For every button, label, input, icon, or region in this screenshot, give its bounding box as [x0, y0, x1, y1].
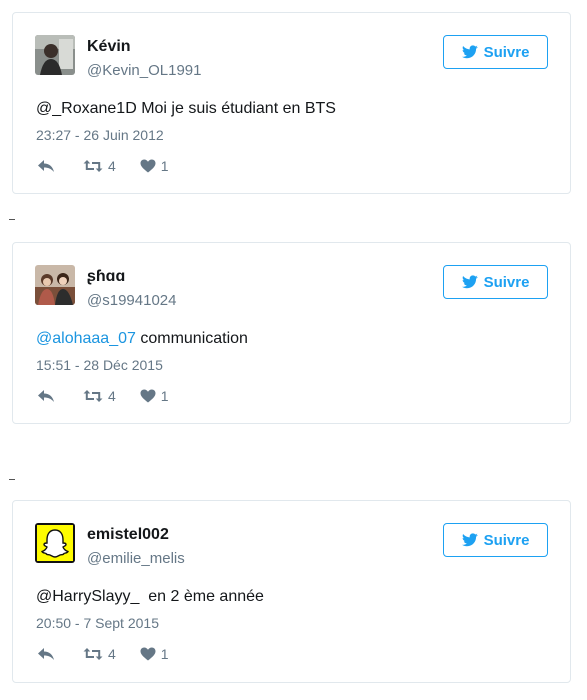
retweet-button[interactable]: 4	[83, 388, 116, 404]
twitter-bird-icon	[461, 45, 478, 59]
tweet-timestamp[interactable]: 23:27 - 26 Juin 2012	[36, 127, 164, 143]
tweet-card: ʂɦɑɑ @s19941024 Suivre @alohaaa_07 commu…	[12, 242, 571, 424]
tweet-timestamp[interactable]: 20:50 - 7 Sept 2015	[36, 615, 159, 631]
follow-label: Suivre	[483, 273, 530, 291]
reply-button[interactable]	[37, 647, 55, 661]
retweet-count: 4	[108, 646, 116, 662]
retweet-icon	[83, 389, 103, 403]
follow-button[interactable]: Suivre	[443, 35, 548, 69]
display-name[interactable]: ʂɦɑɑ	[87, 268, 125, 286]
display-name[interactable]: emistel002	[87, 526, 169, 544]
retweet-count: 4	[108, 158, 116, 174]
like-count: 1	[160, 388, 169, 404]
user-handle[interactable]: @emilie_melis	[87, 550, 185, 567]
follow-button[interactable]: Suivre	[443, 265, 548, 299]
mention-link[interactable]: @alohaaa_07	[36, 330, 136, 347]
like-count: 1	[160, 158, 169, 174]
reply-icon	[37, 647, 55, 661]
tweet-text: @HarrySlayy_ en 2 ème année	[36, 588, 264, 606]
follow-label: Suivre	[483, 43, 530, 61]
user-handle[interactable]: @s19941024	[87, 292, 176, 309]
retweet-icon	[83, 159, 103, 173]
retweet-count: 4	[108, 388, 116, 404]
tweet-actions: 4 1	[37, 646, 169, 662]
avatar[interactable]	[35, 35, 75, 75]
retweet-button[interactable]: 4	[83, 158, 116, 174]
retweet-icon	[83, 647, 103, 661]
tweet-body: communication	[135, 330, 248, 347]
reply-icon	[37, 389, 55, 403]
reply-button[interactable]	[37, 389, 55, 403]
separator-mark	[9, 479, 15, 480]
twitter-bird-icon	[461, 533, 478, 547]
tweet-body: @_Roxane1D Moi je suis étudiant en BTS	[36, 100, 336, 117]
follow-button[interactable]: Suivre	[443, 523, 548, 557]
tweet-actions: 4 1	[37, 158, 169, 174]
tweet-card: emistel002 @emilie_melis Suivre @HarrySl…	[12, 500, 571, 683]
heart-icon	[140, 647, 156, 661]
separator-mark	[9, 219, 15, 220]
like-button[interactable]: 1	[140, 388, 169, 404]
reply-button[interactable]	[37, 159, 55, 173]
reply-icon	[37, 159, 55, 173]
heart-icon	[140, 389, 156, 403]
avatar[interactable]	[35, 523, 75, 563]
retweet-button[interactable]: 4	[83, 646, 116, 662]
display-name[interactable]: Kévin	[87, 38, 131, 56]
tweet-card: Kévin @Kevin_OL1991 Suivre @_Roxane1D Mo…	[12, 12, 571, 194]
twitter-bird-icon	[461, 275, 478, 289]
tweet-actions: 4 1	[37, 388, 169, 404]
like-button[interactable]: 1	[140, 646, 169, 662]
heart-icon	[140, 159, 156, 173]
follow-label: Suivre	[483, 531, 530, 549]
tweet-body: @HarrySlayy_ en 2 ème année	[36, 588, 264, 605]
tweet-text: @alohaaa_07 communication	[36, 330, 248, 348]
tweet-timestamp[interactable]: 15:51 - 28 Déc 2015	[36, 357, 163, 373]
tweet-text: @_Roxane1D Moi je suis étudiant en BTS	[36, 100, 336, 118]
avatar[interactable]	[35, 265, 75, 305]
like-button[interactable]: 1	[140, 158, 169, 174]
like-count: 1	[160, 646, 169, 662]
user-handle[interactable]: @Kevin_OL1991	[87, 62, 201, 79]
